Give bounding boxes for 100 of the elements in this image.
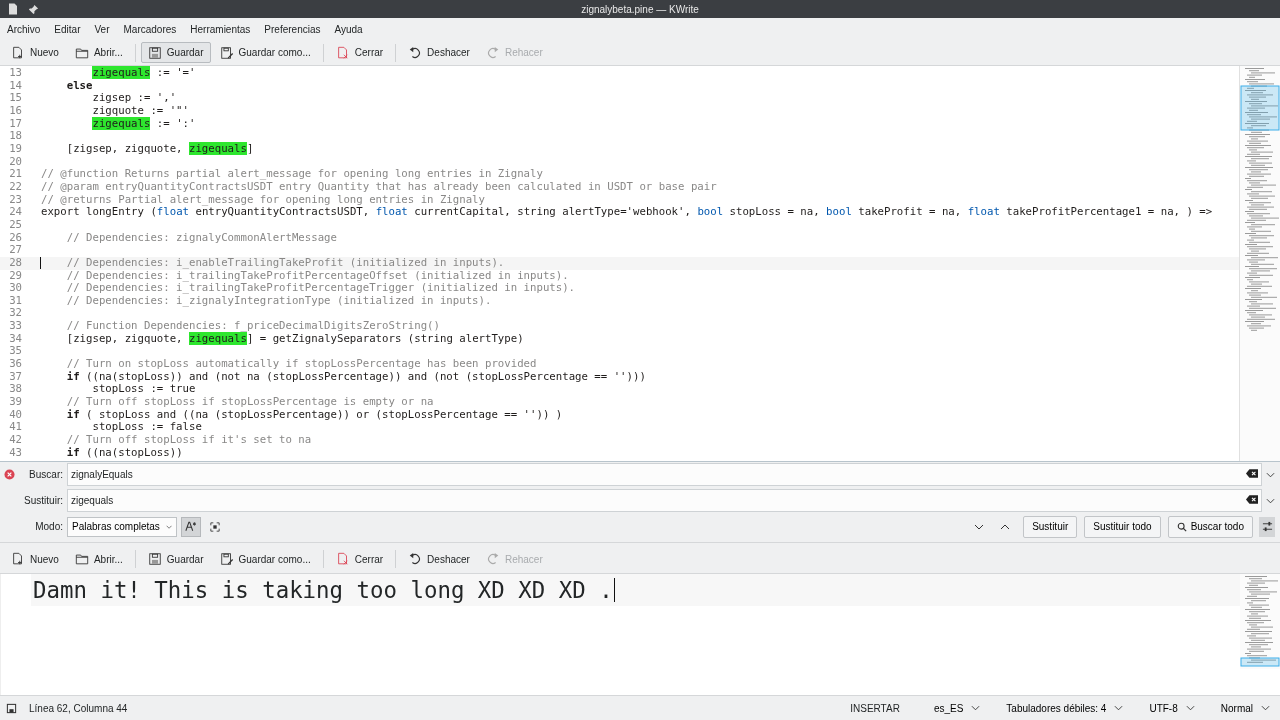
line-number: 19 bbox=[8, 142, 22, 156]
line-number: 26 bbox=[8, 231, 22, 245]
caret-icon[interactable] bbox=[1266, 471, 1275, 478]
menu-item[interactable]: Editar bbox=[54, 23, 87, 35]
line-number: 27 bbox=[8, 244, 22, 257]
replace-label: Sustituir: bbox=[23, 495, 63, 506]
redo-icon bbox=[485, 552, 500, 566]
match-case-toggle[interactable] bbox=[181, 516, 201, 537]
line-number: 15 bbox=[8, 92, 22, 105]
search-label: Buscar: bbox=[28, 469, 63, 480]
minimap[interactable] bbox=[1239, 66, 1280, 461]
line-number: 43 bbox=[8, 446, 22, 460]
status-dropdown[interactable]: UTF-8 bbox=[1145, 702, 1199, 714]
replace-button[interactable]: Sustituir bbox=[1023, 515, 1078, 538]
menu-item[interactable]: Marcadores bbox=[123, 23, 183, 35]
pin-icon[interactable] bbox=[28, 3, 39, 15]
clear-icon[interactable] bbox=[1246, 469, 1258, 478]
code-line: // Dependencies: zignalyCommonAlertMessage bbox=[66, 231, 337, 245]
replace-field[interactable]: zigequals bbox=[67, 489, 1262, 512]
status-dropdown[interactable]: es_ES bbox=[929, 702, 985, 714]
caret-icon bbox=[1114, 705, 1124, 711]
code-line: export longEntry (float entryQuantityContractsUSDT, float currentCapital, string alertType='webhook', bool stopLoss = na, bool takeProfit = na, float takeProfitPercentage1 = na, ) => bbox=[41, 206, 1213, 219]
undo-icon bbox=[408, 552, 423, 566]
text-cursor bbox=[613, 578, 616, 602]
code-line: zigequals := ':' bbox=[92, 117, 196, 131]
code-line: // Dependencies: i_zignalyIntegrationType (initialized in inputs). bbox=[66, 294, 492, 308]
code-line: stopLoss := true bbox=[92, 383, 196, 397]
save-button[interactable]: Guardar bbox=[140, 548, 211, 570]
line-number: 25 bbox=[8, 218, 22, 232]
input-mode: INSERTAR bbox=[850, 702, 900, 714]
minimap[interactable] bbox=[1240, 574, 1280, 669]
floppy-pencil-icon bbox=[219, 45, 234, 60]
line-number: 42 bbox=[8, 434, 22, 447]
line-number: 21 bbox=[8, 168, 22, 181]
code-line: zigquote := '"' bbox=[92, 104, 189, 118]
new-button[interactable]: Nuevo bbox=[4, 548, 66, 570]
line-number: 14 bbox=[8, 79, 22, 93]
line-number: 28 bbox=[8, 256, 22, 270]
redo-icon bbox=[485, 45, 500, 60]
menu-item[interactable]: Archivo bbox=[7, 23, 47, 35]
undo-button[interactable]: Deshacer bbox=[401, 42, 477, 63]
code-line: // Dependencies: i_trailingTakeProfitPercentageTrigger (initialized in inputs). bbox=[66, 282, 576, 295]
sliders-icon bbox=[1261, 521, 1273, 532]
menu-item[interactable]: Herramientas bbox=[190, 23, 257, 35]
menu-item[interactable]: Ver bbox=[94, 23, 116, 35]
line-number: 39 bbox=[8, 396, 22, 409]
saveas-button[interactable]: Guardar como... bbox=[212, 548, 318, 570]
new-document-icon bbox=[11, 552, 25, 566]
status-dropdown[interactable]: Normal bbox=[1216, 702, 1274, 714]
replace-all-button[interactable]: Sustituir todo bbox=[1084, 515, 1161, 538]
selection-icon bbox=[210, 521, 220, 532]
mode-dropdown[interactable]: Palabras completas bbox=[67, 516, 177, 537]
code-line: // @returns Partial alert_message for opening long entries in Zignaly bbox=[41, 193, 485, 207]
search-field[interactable]: zignalyEquals bbox=[67, 463, 1262, 486]
document-text: Damn it! This is taking too long XD XD XD . bbox=[32, 577, 613, 603]
caret-icon bbox=[165, 523, 172, 530]
settings-button[interactable] bbox=[1259, 516, 1275, 537]
line-number: 38 bbox=[8, 383, 22, 397]
menu-item[interactable]: Ayuda bbox=[334, 23, 369, 35]
window-title: zignalybeta.pine — KWrite bbox=[581, 3, 699, 15]
new-document-icon bbox=[11, 45, 25, 60]
caret-icon bbox=[971, 705, 981, 711]
code-line: // Turn off stopLoss if stopLossPercentage is empty or na bbox=[66, 396, 434, 409]
line-number: 18 bbox=[8, 130, 22, 143]
open-button[interactable]: Abrir... bbox=[67, 548, 130, 570]
close-icon[interactable] bbox=[4, 469, 15, 480]
menu-item[interactable]: Preferencias bbox=[264, 23, 327, 35]
code-line: // Dependencies: i_trailingTakeProfitPercentageOffset (initialized in inputs). bbox=[66, 269, 569, 283]
code-line: zigsep := ',' bbox=[92, 92, 177, 105]
saveas-button[interactable]: Guardar como... bbox=[212, 42, 318, 63]
document-icon bbox=[8, 3, 18, 15]
code-line: [zigsep, zigquote, zigequals] bbox=[66, 142, 254, 156]
cursor-position: Línea 62, Columna 44 bbox=[29, 702, 128, 714]
open-button[interactable]: Abrir... bbox=[67, 42, 130, 63]
caret-icon[interactable] bbox=[1266, 497, 1275, 504]
close-document-icon bbox=[335, 552, 350, 566]
code-line: // @function Returns partial alert_message for opening long entries in Zignaly bbox=[41, 168, 543, 181]
code-line: stopLoss := false bbox=[92, 421, 202, 435]
new-button[interactable]: Nuevo bbox=[4, 42, 66, 63]
text-cursor bbox=[40, 256, 41, 269]
match-case-icon bbox=[185, 521, 197, 532]
line-number: 41 bbox=[8, 421, 22, 435]
undo-icon bbox=[408, 45, 423, 60]
code-line: // Dependencies: i_enableTrailingTakeProfit (initialized in inputs). bbox=[66, 256, 505, 270]
line-number: 13 bbox=[8, 67, 22, 80]
clear-icon[interactable] bbox=[1246, 495, 1258, 504]
code-line: zigequals := '=' bbox=[92, 67, 196, 80]
mode-label: Modo: bbox=[34, 521, 63, 532]
line-number: 20 bbox=[8, 155, 22, 169]
line-number: 24 bbox=[8, 206, 22, 219]
caret-icon bbox=[1185, 705, 1195, 711]
save-button[interactable]: Guardar bbox=[140, 42, 211, 63]
line-number: 33 bbox=[8, 320, 22, 333]
find-all-button[interactable]: Buscar todo bbox=[1167, 515, 1253, 538]
close-button[interactable]: Cerrar bbox=[328, 548, 391, 570]
undo-button[interactable]: Deshacer bbox=[401, 548, 477, 570]
line-number: 30 bbox=[8, 282, 22, 295]
status-dropdown[interactable]: Tabuladores débiles: 4 bbox=[1002, 702, 1128, 714]
line-number: 36 bbox=[8, 358, 22, 371]
close-button[interactable]: Cerrar bbox=[328, 42, 391, 63]
